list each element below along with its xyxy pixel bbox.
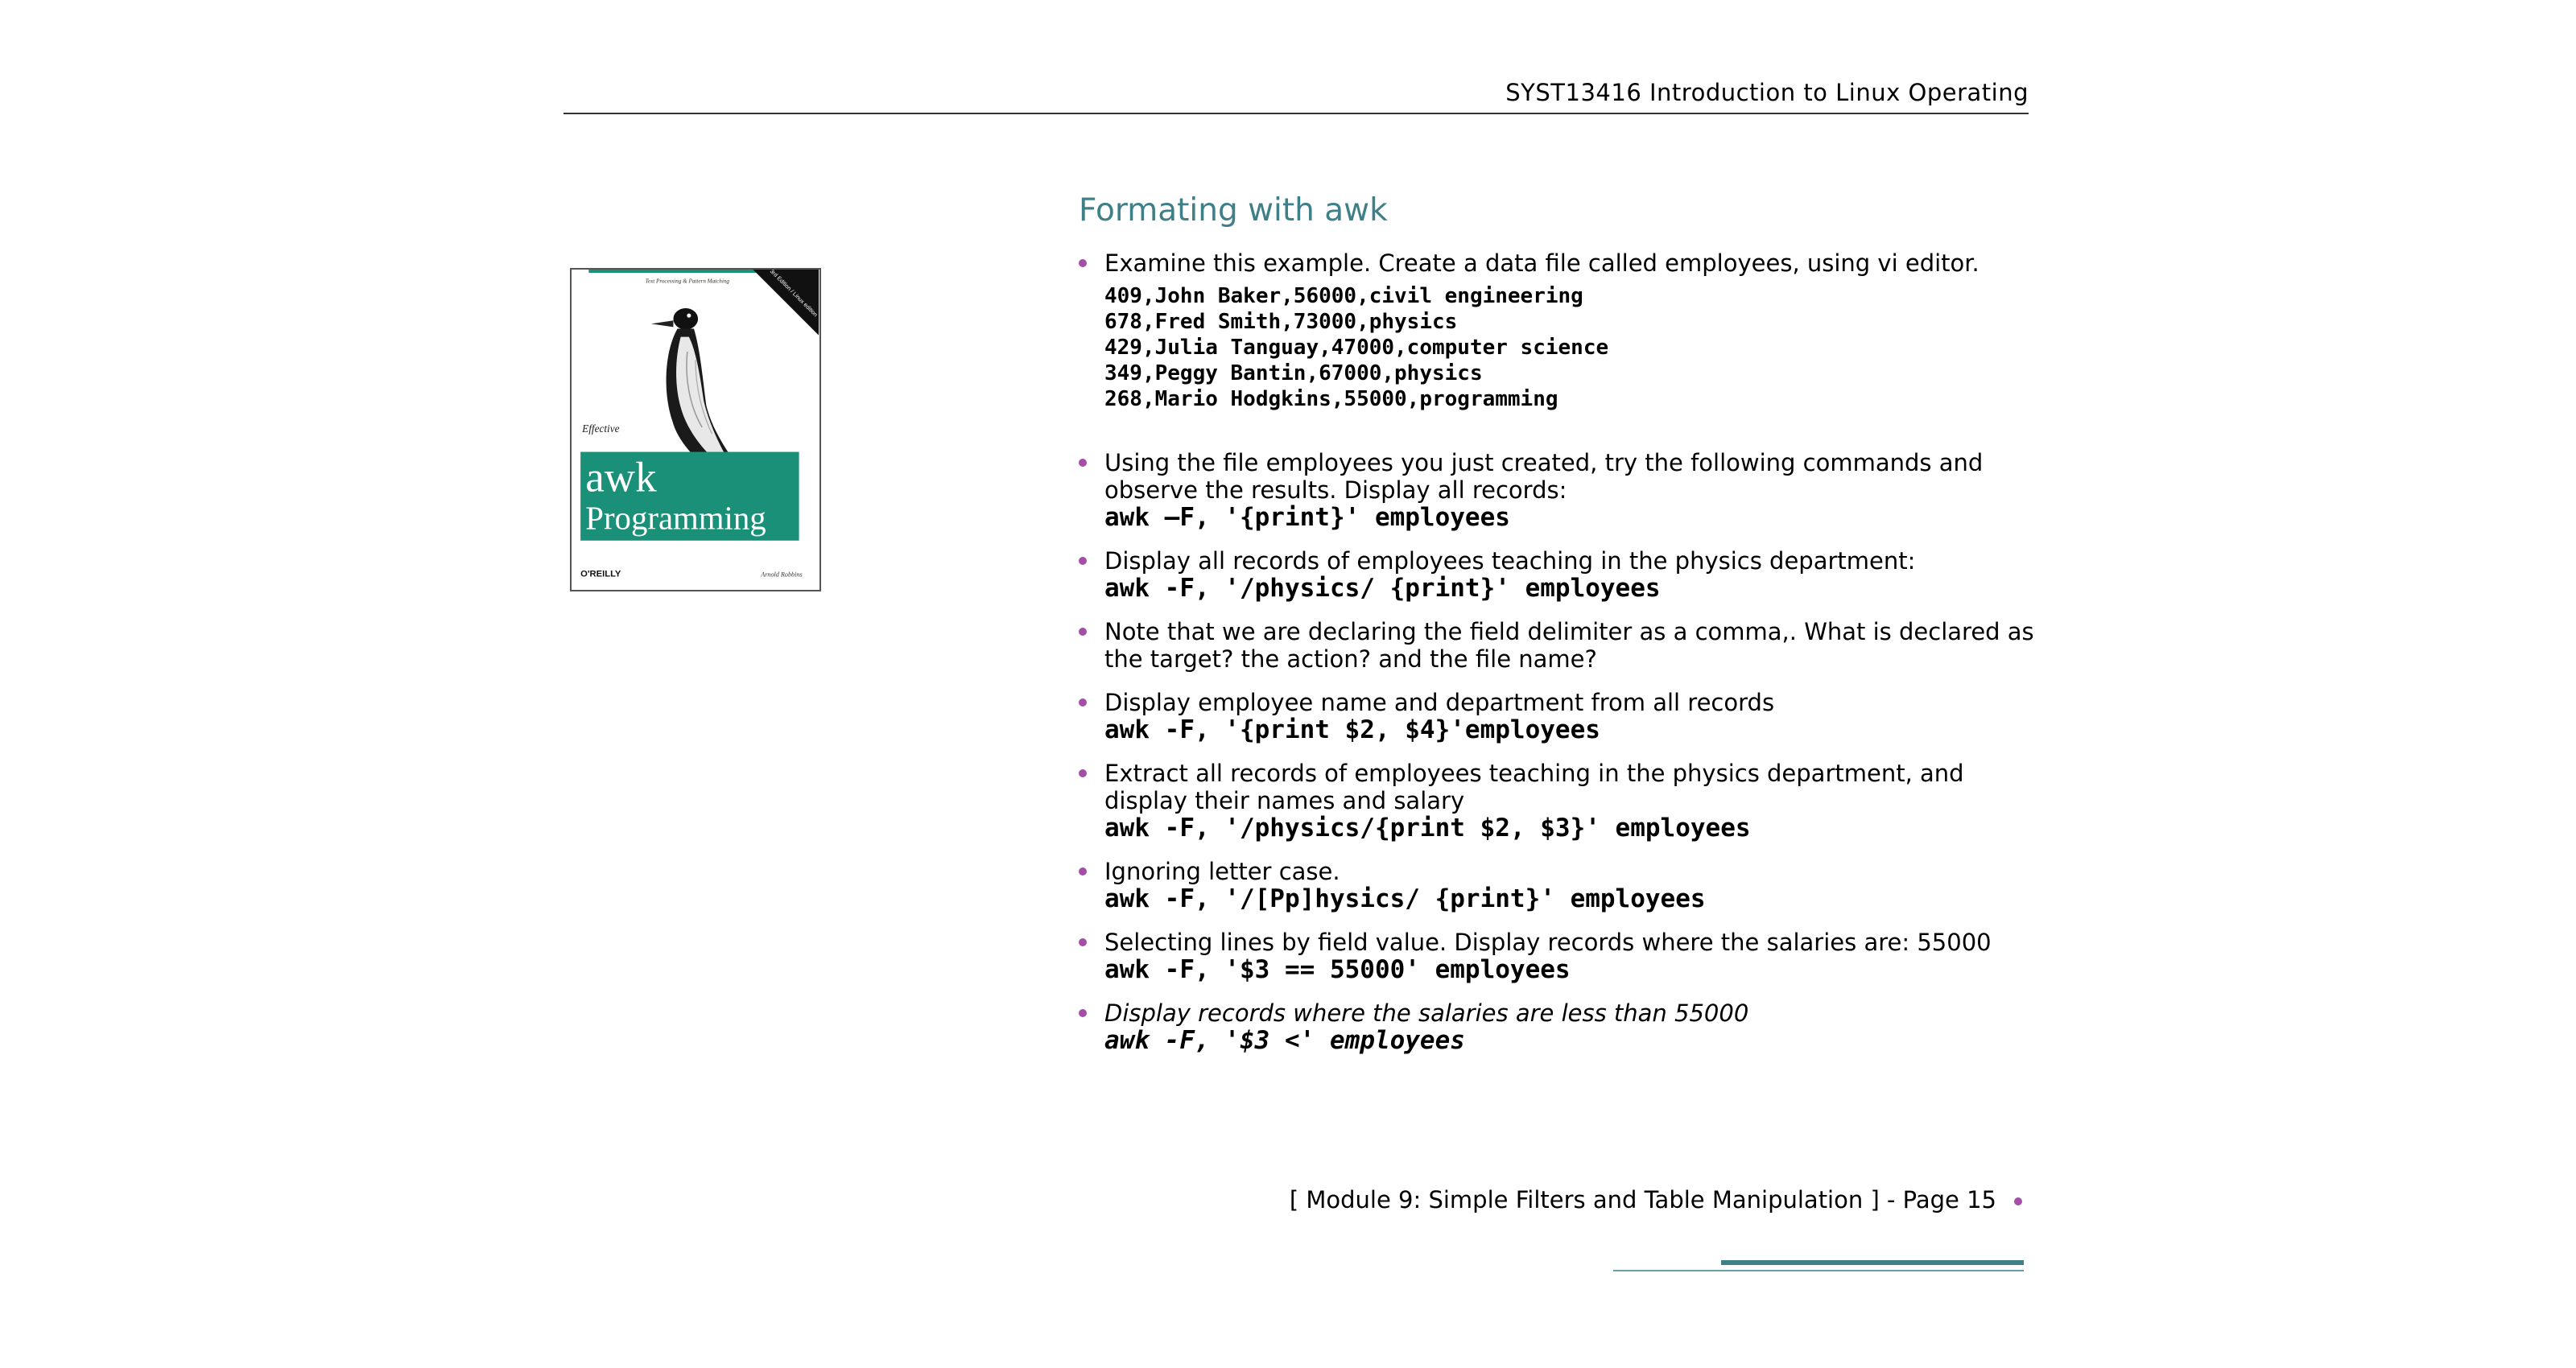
list-item: Display records where the salaries are l… [1079, 999, 2037, 1054]
cover-author: Arnold Robbins [760, 571, 802, 579]
command-code: awk -F, '/[Pp]hysics/ {print}' employees [1104, 884, 1706, 913]
data-line: 268,Mario Hodgkins,55000,programming [1104, 387, 1558, 411]
list-item-text: Note that we are declaring the field del… [1104, 618, 2034, 673]
list-item: Examine this example. Create a data file… [1079, 249, 2037, 412]
bullet-icon [1079, 459, 1087, 467]
cover-title-line2: Programming [585, 500, 766, 536]
command-code: awk -F, '/physics/{print $2, $3}' employ… [1104, 814, 1751, 843]
data-line: 349,Peggy Bantin,67000,physics [1104, 361, 1483, 385]
list-item-text: Display employee name and department fro… [1104, 689, 1775, 716]
data-line: 429,Julia Tanguay,47000,computer science [1104, 336, 1609, 360]
bullet-icon [1079, 628, 1087, 636]
cover-publisher-logo: O'REILLY [580, 570, 621, 579]
bullet-icon [1079, 557, 1087, 565]
list-item-text: Display all records of employees teachin… [1104, 547, 1916, 575]
bullet-icon [1079, 938, 1087, 946]
list-item-text: Display records where the salaries are l… [1104, 999, 1749, 1027]
employees-data-block: 409,John Baker,56000,civil engineering 6… [1104, 283, 2037, 412]
list-item-text: Ignoring letter case. [1104, 858, 1340, 885]
main-content: Formating with awk Examine this example.… [1079, 187, 2037, 1070]
list-item-text: Selecting lines by field value. Display … [1104, 929, 1992, 956]
cover-title-line1: awk [585, 455, 657, 501]
footer-bullet-icon [2014, 1197, 2022, 1205]
header-title: SYST13416 Introduction to Linux Operatin… [1505, 79, 2029, 106]
list-item: Note that we are declaring the field del… [1079, 618, 2037, 673]
command-code: awk –F, '{print}' employees [1104, 503, 1510, 532]
list-item-text: Examine this example. Create a data file… [1104, 249, 1979, 277]
bullet-icon [1079, 1009, 1087, 1017]
list-item: Extract all records of employees teachin… [1079, 760, 2037, 842]
list-item: Using the file employees you just create… [1079, 449, 2037, 531]
footer-rule-thin [1613, 1270, 2024, 1271]
page-header: SYST13416 Introduction to Linux Operatin… [564, 77, 2029, 114]
list-item: Ignoring letter case. awk -F, '/[Pp]hysi… [1079, 858, 2037, 913]
command-code: awk -F, '{print $2, $4}'employees [1104, 715, 1600, 744]
cover-prefix: Effective [581, 422, 619, 435]
list-item-text: Extract all records of employees teachin… [1104, 760, 1964, 814]
bullet-icon [1079, 867, 1087, 876]
footer-page-label: [ Module 9: Simple Filters and Table Man… [1289, 1186, 1996, 1213]
command-code: awk -F, '$3 == 55000' employees [1104, 955, 1571, 984]
list-item: Display employee name and department fro… [1079, 689, 2037, 744]
command-code: awk -F, '$3 <' employees [1104, 1026, 1465, 1055]
list-item-text: Using the file employees you just create… [1104, 449, 1984, 504]
instruction-list: Examine this example. Create a data file… [1079, 249, 2037, 1054]
book-cover-illustration: Text Processing & Pattern Matching 3rd E… [572, 270, 819, 590]
data-line: 409,John Baker,56000,civil engineering [1104, 284, 1583, 308]
bullet-icon [1079, 698, 1087, 707]
list-item: Selecting lines by field value. Display … [1079, 929, 2037, 983]
bullet-icon [1079, 769, 1087, 777]
book-cover-image: Text Processing & Pattern Matching 3rd E… [570, 268, 821, 591]
list-item: Display all records of employees teachin… [1079, 547, 2037, 602]
bullet-icon [1079, 259, 1087, 267]
data-line: 678,Fred Smith,73000,physics [1104, 310, 1458, 334]
footer-rule [1721, 1260, 2024, 1265]
cover-tagline: Text Processing & Pattern Matching [646, 278, 730, 284]
command-code: awk -F, '/physics/ {print}' employees [1104, 574, 1661, 603]
section-title: Formating with awk [1079, 192, 1388, 229]
